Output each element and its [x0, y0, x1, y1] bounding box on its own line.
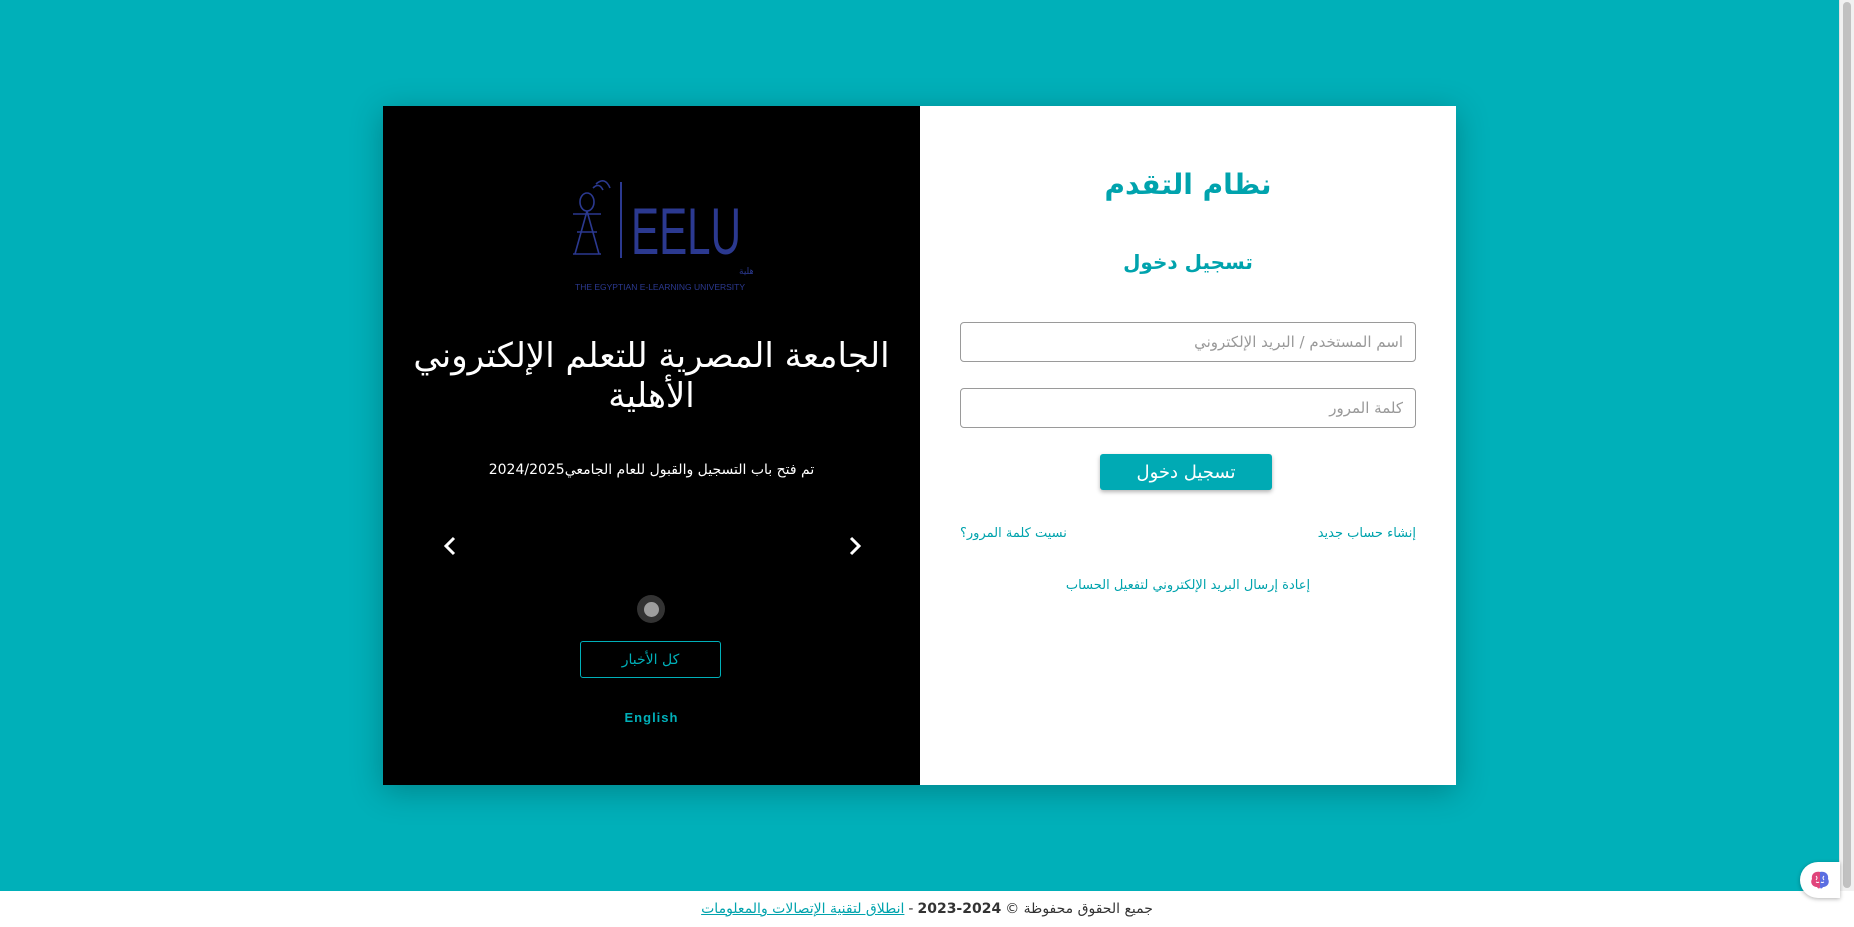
news-panel: EELU الجامعة المصرية للتعلم الإلكتروني ا… [383, 106, 920, 785]
footer-rights: جميع الحقوق محفوظة © [1005, 901, 1153, 917]
logo-arabic-name: الجامعة المصرية للتعلم الإلكتروني الأهلي… [739, 265, 753, 277]
login-panel: نظام التقدم تسجيل دخول تسجيل دخول إنشاء … [920, 106, 1456, 785]
password-input[interactable] [960, 388, 1416, 428]
forgot-password-link[interactable]: نسيت كلمة المرور؟ [960, 526, 1067, 541]
chevron-left-icon [443, 536, 456, 556]
scrollbar-thumb[interactable] [1843, 2, 1851, 888]
username-input[interactable] [960, 322, 1416, 362]
carousel-indicator-dot [643, 601, 659, 617]
resend-activation-link[interactable]: إعادة إرسال البريد الإلكتروني لتفعيل الح… [920, 578, 1456, 593]
carousel-prev-button[interactable] [435, 531, 465, 561]
chevron-right-icon [849, 536, 862, 556]
logo-brand: EELU [631, 194, 741, 268]
logo-english-name: THE EGYPTIAN E-LEARNING UNIVERSITY [575, 282, 745, 292]
create-account-link[interactable]: إنشاء حساب جديد [1318, 526, 1416, 541]
news-item-text: تم فتح باب التسجيل والقبول للعام الجامعي… [488, 462, 815, 478]
footer-years: 2023-2024 [917, 901, 1002, 917]
ankh-lamp-icon: EELU الجامعة المصرية للتعلم الإلكتروني ا… [573, 180, 753, 292]
login-card: EELU الجامعة المصرية للتعلم الإلكتروني ا… [383, 106, 1456, 785]
page-footer: جميع الحقوق محفوظة © 2023-2024 - انطلاق … [0, 891, 1854, 927]
carousel-indicator[interactable] [637, 595, 665, 623]
all-news-button[interactable]: كل الأخبار [580, 641, 721, 678]
university-logo: EELU الجامعة المصرية للتعلم الإلكتروني ا… [563, 174, 753, 294]
system-title: نظام التقدم [1104, 168, 1272, 201]
floating-assistant-button[interactable] [1800, 862, 1840, 898]
brain-icon [1811, 871, 1829, 889]
page-scrollbar[interactable] [1839, 0, 1854, 891]
footer-company-link[interactable]: انطلاق لتقنية الإتصالات والمعلومات [701, 901, 904, 917]
login-button[interactable]: تسجيل دخول [1100, 454, 1272, 490]
university-title: الجامعة المصرية للتعلم الإلكتروني الأهلي… [413, 336, 890, 416]
carousel-next-button[interactable] [840, 531, 870, 561]
login-title: تسجيل دخول [1123, 250, 1253, 274]
language-switch-link[interactable]: English [383, 710, 920, 725]
footer-separator: - [908, 901, 914, 917]
